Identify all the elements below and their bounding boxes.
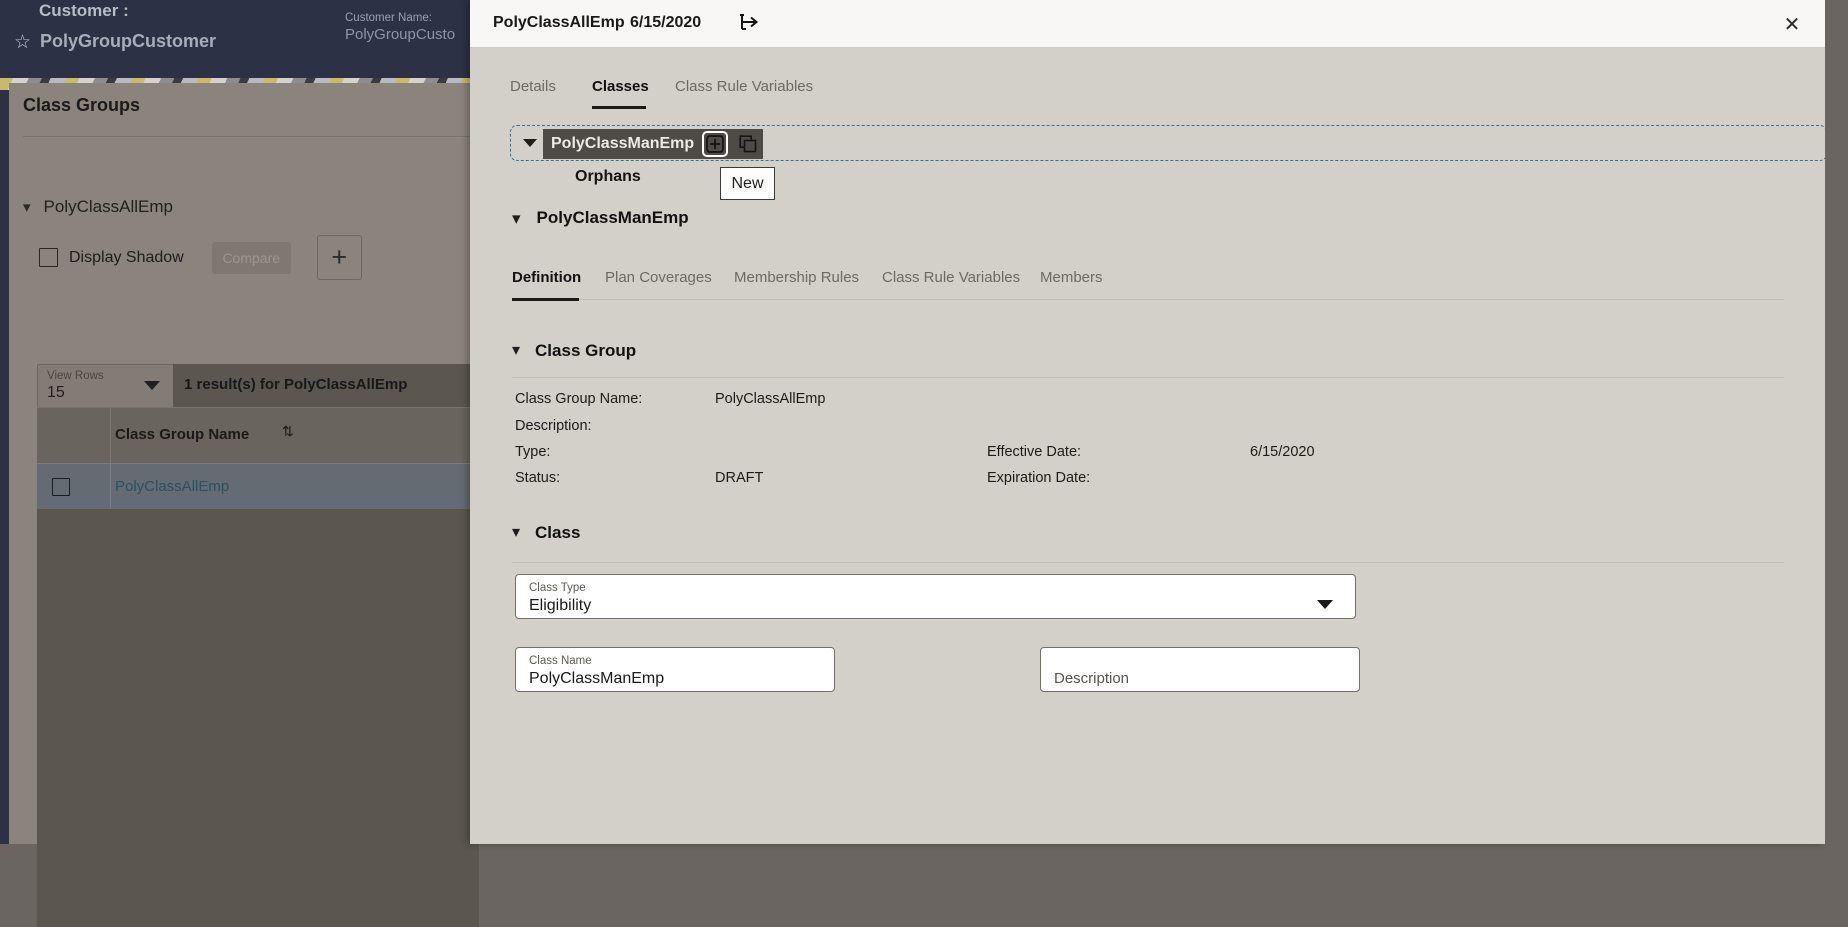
table-header: Class Group Name ⇅ bbox=[37, 407, 479, 464]
active-subtab-indicator bbox=[512, 298, 579, 301]
class-accordion-header[interactable]: ▾ PolyClassManEmp bbox=[512, 208, 689, 228]
class-detail-modal: PolyClassAllEmp 6/15/2020 ✕ Details Clas… bbox=[470, 0, 1827, 844]
class-accordion-label: PolyClassManEmp bbox=[536, 208, 689, 227]
class-name-value: PolyClassManEmp bbox=[529, 670, 665, 687]
chevron-down-icon: ▾ bbox=[512, 524, 521, 541]
view-rows-select[interactable]: View Rows 15 bbox=[37, 364, 175, 409]
class-group-section-header[interactable]: ▾ Class Group bbox=[512, 341, 636, 361]
class-tree-row[interactable]: PolyClassManEmp bbox=[510, 125, 1827, 161]
display-shadow-label: Display Shadow bbox=[69, 248, 184, 266]
field-label-status: Status: bbox=[515, 470, 561, 486]
customer-topbar: Customer : ☆ PolyGroupCustomer Customer … bbox=[0, 0, 470, 78]
view-rows-value: 15 bbox=[47, 384, 65, 401]
compare-button[interactable]: Compare bbox=[211, 241, 291, 274]
left-rail bbox=[0, 90, 9, 844]
class-group-section-title: Class Group bbox=[535, 341, 637, 360]
field-value-effective-date: 6/15/2020 bbox=[1250, 444, 1315, 460]
table-body-empty bbox=[37, 509, 479, 927]
view-rows-label: View Rows bbox=[47, 370, 104, 382]
tab-plan-coverages[interactable]: Plan Coverages bbox=[605, 269, 712, 286]
chevron-down-icon: ▾ bbox=[512, 342, 521, 359]
field-label-class-group-name: Class Group Name: bbox=[515, 391, 643, 407]
close-icon[interactable]: ✕ bbox=[1779, 11, 1805, 37]
selected-class-chip[interactable]: PolyClassManEmp bbox=[543, 129, 764, 159]
class-type-label: Class Type bbox=[529, 582, 586, 594]
tab-members[interactable]: Members bbox=[1040, 269, 1103, 286]
display-shadow-checkbox[interactable] bbox=[39, 248, 58, 267]
chevron-down-icon[interactable] bbox=[523, 139, 537, 147]
tab-class-rule-variables[interactable]: Class Rule Variables bbox=[675, 78, 813, 95]
class-group-accordion[interactable]: ▾ PolyClassAllEmp bbox=[23, 197, 173, 217]
tab-class-rule-variables[interactable]: Class Rule Variables bbox=[882, 269, 1020, 286]
sort-icon[interactable]: ⇅ bbox=[282, 424, 294, 438]
class-type-select[interactable]: Class Type Eligibility bbox=[515, 574, 1356, 619]
customer-label: Customer : bbox=[39, 1, 129, 20]
table-row[interactable]: PolyClassAllEmp bbox=[37, 463, 479, 511]
class-section-title: Class bbox=[535, 523, 581, 542]
class-group-name: PolyClassAllEmp bbox=[43, 197, 173, 216]
customer-name-label: Customer Name: bbox=[345, 12, 432, 24]
class-name-label: Class Name bbox=[529, 655, 592, 667]
page-right-edge bbox=[1825, 0, 1848, 844]
plus-square-icon[interactable] bbox=[702, 131, 729, 157]
new-button[interactable]: New bbox=[720, 167, 775, 200]
field-label-expiration-date: Expiration Date: bbox=[987, 470, 1091, 486]
field-label-type: Type: bbox=[515, 444, 551, 460]
description-placeholder: Description bbox=[1054, 670, 1130, 687]
class-section-header[interactable]: ▾ Class bbox=[512, 523, 580, 543]
add-class-group-button[interactable]: + bbox=[316, 235, 362, 280]
modal-effective-date: 6/15/2020 bbox=[630, 14, 702, 31]
tab-classes[interactable]: Classes bbox=[592, 78, 649, 95]
copy-icon[interactable] bbox=[735, 131, 761, 157]
star-icon[interactable]: ☆ bbox=[14, 31, 31, 54]
divider bbox=[512, 562, 1784, 563]
active-tab-indicator bbox=[592, 106, 646, 109]
field-label-effective-date: Effective Date: bbox=[987, 444, 1082, 460]
chevron-down-icon[interactable] bbox=[1317, 600, 1333, 609]
chevron-down-icon: ▾ bbox=[23, 198, 31, 216]
page-title: Class Groups bbox=[23, 95, 141, 115]
divider bbox=[23, 136, 470, 137]
secondary-tabs: Definition Plan Coverages Membership Rul… bbox=[470, 266, 1825, 306]
divider bbox=[512, 377, 1784, 378]
results-text: 1 result(s) for PolyClassAllEmp bbox=[184, 376, 408, 393]
customer-name-value: PolyGroupCusto bbox=[345, 26, 456, 43]
tab-details[interactable]: Details bbox=[510, 78, 556, 95]
tree-node-label: PolyClassManEmp bbox=[551, 135, 695, 152]
tab-definition[interactable]: Definition bbox=[512, 269, 581, 286]
branch-arrow-icon[interactable] bbox=[735, 9, 761, 35]
field-label-description: Description: bbox=[515, 418, 592, 434]
controls-row: Display Shadow Compare + bbox=[39, 235, 362, 280]
tab-membership-rules[interactable]: Membership Rules bbox=[734, 269, 859, 286]
customer-name: PolyGroupCustomer bbox=[40, 31, 217, 51]
class-groups-card: Class Groups ▾ PolyClassAllEmp Display S… bbox=[9, 83, 479, 927]
chevron-down-icon: ▾ bbox=[512, 208, 521, 228]
modal-title: PolyClassAllEmp bbox=[493, 14, 625, 31]
row-class-group-name[interactable]: PolyClassAllEmp bbox=[115, 478, 229, 495]
class-name-input[interactable]: Class Name PolyClassManEmp bbox=[515, 647, 835, 692]
orphans-label: Orphans bbox=[575, 168, 641, 185]
chevron-down-icon bbox=[144, 381, 160, 390]
results-banner: 1 result(s) for PolyClassAllEmp bbox=[173, 364, 479, 407]
column-header-class-group-name[interactable]: Class Group Name bbox=[115, 426, 249, 443]
class-type-value: Eligibility bbox=[529, 597, 592, 614]
column-divider bbox=[110, 464, 111, 510]
field-value-class-group-name: PolyClassAllEmp bbox=[715, 391, 826, 407]
column-divider bbox=[110, 408, 111, 464]
modal-header: PolyClassAllEmp 6/15/2020 ✕ bbox=[470, 0, 1825, 48]
row-checkbox[interactable] bbox=[52, 478, 70, 496]
field-value-status: DRAFT bbox=[715, 470, 764, 486]
primary-tabs: Details Classes Class Rule Variables bbox=[470, 70, 1825, 110]
tabs-divider bbox=[512, 299, 1784, 300]
description-input[interactable]: Description bbox=[1040, 647, 1360, 692]
